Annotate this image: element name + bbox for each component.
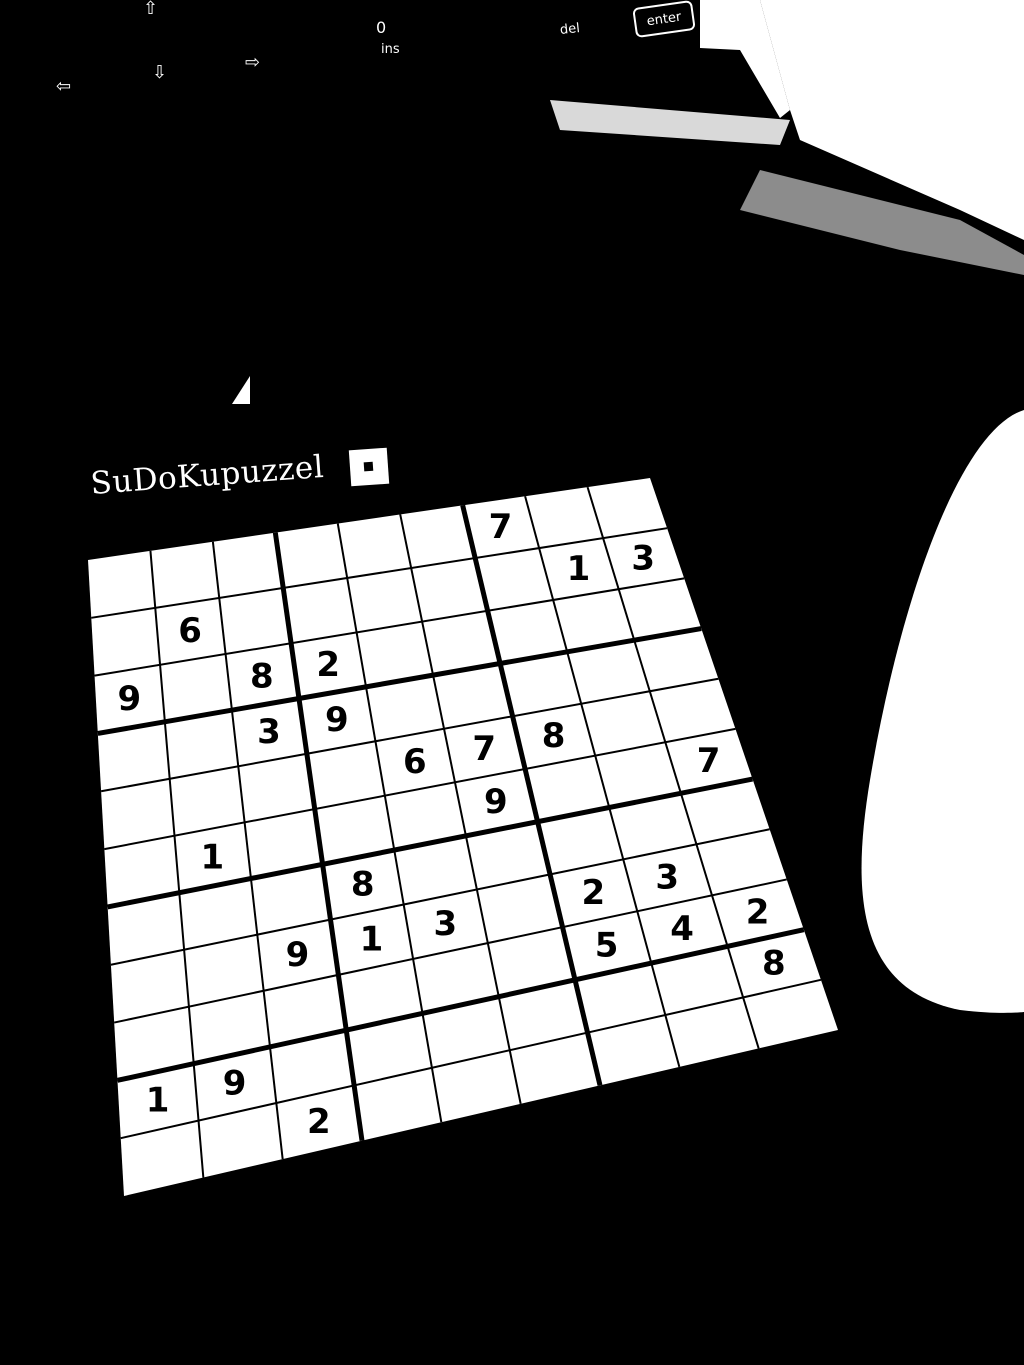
sudoku-cell-number: 1: [567, 549, 591, 589]
sudoku-cell-number: 3: [257, 712, 281, 752]
sudoku-cell-number: 6: [403, 742, 427, 782]
sudoku-cell-number: 1: [200, 837, 224, 877]
sudoku-cell-number: 9: [484, 782, 508, 822]
photo-scene: ⇧ ⇦ ⇩ ⇨ 0 ins del enter SuDoKupuzzel 761…: [0, 0, 1024, 1365]
sudoku-cell-number: 2: [581, 873, 605, 913]
sudoku-cell-number: 8: [250, 656, 274, 696]
sudoku-cell-number: 7: [697, 741, 721, 781]
sudoku-cell-number: 2: [316, 645, 340, 685]
sudoku-cell-number: 3: [655, 858, 679, 898]
sudoku-cell-number: 7: [489, 507, 513, 547]
sudoku-cell-number: 8: [762, 943, 786, 983]
sudoku-cell-number: 3: [631, 538, 655, 578]
sudoku-cell-number: 9: [223, 1064, 247, 1104]
sudoku-grid: 761 398 23 96 7 819789 1 32 35 4 21 982: [88, 478, 838, 1196]
sudoku-cell-number: 4: [670, 909, 694, 949]
sudoku-cell-number: 1: [360, 919, 384, 959]
sudoku-cell-number: 1: [146, 1081, 170, 1121]
sudoku-cell-number: 9: [117, 679, 141, 719]
sudoku-cell-number: 8: [542, 716, 566, 756]
sudoku-cell-number: 6: [178, 611, 202, 651]
sudoku-cell-number: 9: [286, 935, 310, 975]
sudoku-cell-number: 8: [351, 865, 375, 905]
sudoku-cell-number: 2: [746, 893, 770, 933]
sudoku-cell-number: 2: [307, 1102, 331, 1142]
sudoku-cell-number: 3: [434, 904, 458, 944]
sudoku-cell-number: 7: [472, 729, 496, 769]
sudoku-cell-number: 9: [325, 700, 349, 740]
sudoku-cell-number: 5: [595, 925, 619, 965]
